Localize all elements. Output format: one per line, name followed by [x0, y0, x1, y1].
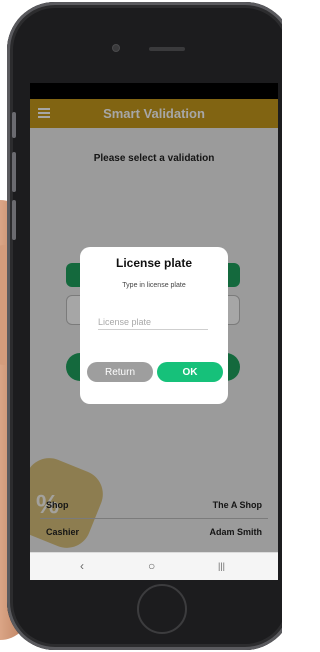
mute-switch [12, 112, 16, 138]
license-plate-input[interactable] [98, 315, 208, 330]
recents-icon[interactable]: ||| [218, 559, 225, 573]
license-plate-dialog: License plate Type in license plate Retu… [80, 247, 228, 404]
app-screen: Smart Validation Please select a validat… [30, 83, 278, 580]
home-icon[interactable]: ○ [148, 559, 155, 573]
front-camera-icon [113, 45, 119, 51]
dialog-title: License plate [115, 256, 193, 270]
back-icon[interactable]: ‹ [80, 559, 84, 573]
speaker-grille [149, 47, 185, 51]
volume-down-button [12, 200, 16, 240]
return-button[interactable]: Return [87, 362, 153, 382]
volume-up-button [12, 152, 16, 192]
stage: Smart Validation Please select a validat… [0, 0, 282, 652]
dialog-subtitle: Type in license plate [122, 282, 186, 289]
phone-home-button[interactable] [137, 584, 187, 634]
ok-button[interactable]: OK [157, 362, 223, 382]
android-nav-bar: ‹ ○ ||| [30, 552, 278, 580]
